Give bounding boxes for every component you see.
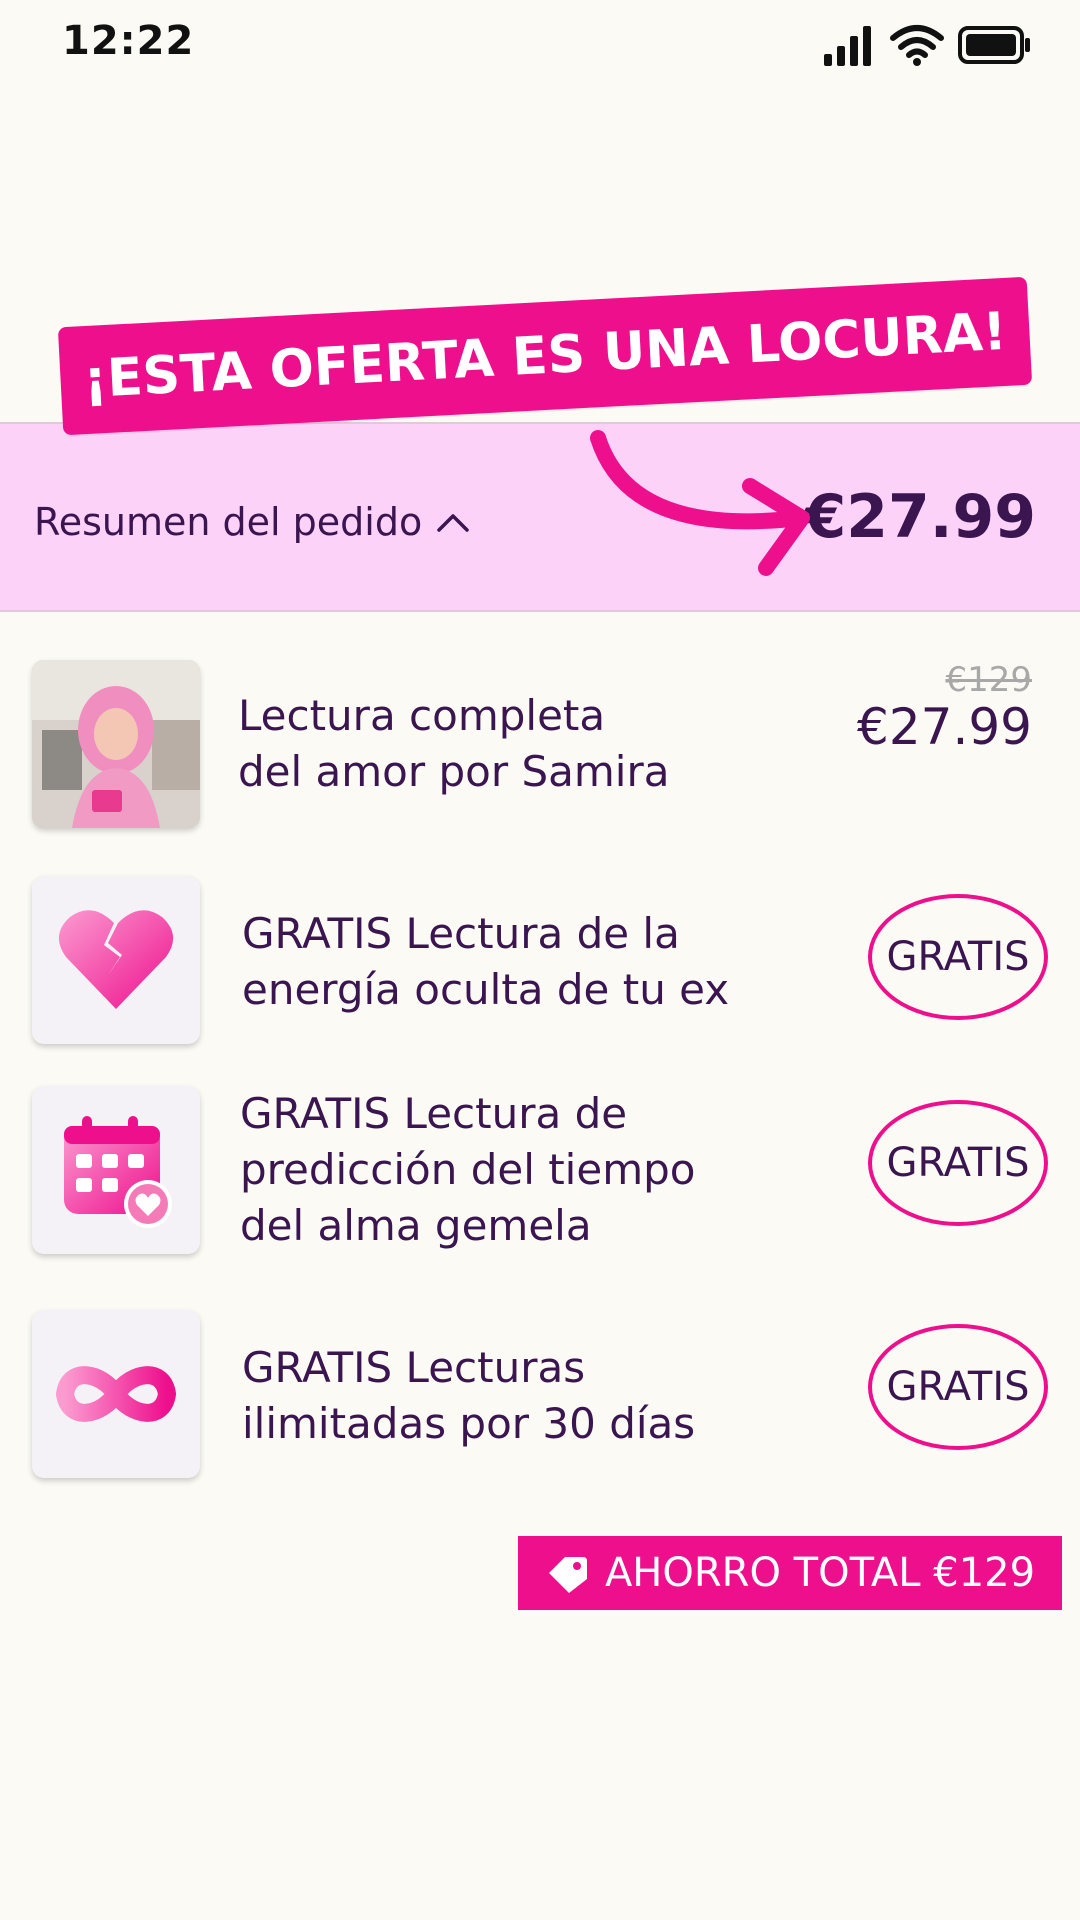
item-title-line: energía oculta de tu ex	[242, 965, 730, 1014]
item-price: €27.99	[857, 698, 1032, 756]
item-icon-tile	[32, 1086, 200, 1254]
item-title-line: del alma gemela	[240, 1201, 592, 1250]
item-title-line: GRATIS Lecturas	[242, 1343, 586, 1392]
gratis-badge: GRATIS	[868, 1324, 1048, 1450]
signal-icon	[824, 26, 871, 66]
order-item: GRATIS Lecturas ilimitadas por 30 días G…	[32, 1310, 1052, 1480]
reader-portrait-image	[32, 660, 200, 828]
calendar-heart-icon	[64, 1116, 172, 1228]
item-title-line: predicción del tiempo	[240, 1145, 696, 1194]
item-title: GRATIS Lectura de predicción del tiempo …	[240, 1086, 695, 1254]
promo-banner-text: ¡ESTA OFERTA ES UNA LOCURA!	[81, 301, 1009, 411]
item-title-line: GRATIS Lectura de la	[242, 909, 680, 958]
price-tag-icon	[548, 1557, 587, 1593]
item-icon-tile	[32, 876, 200, 1044]
curved-arrow-icon	[590, 430, 810, 576]
status-time: 12:22	[62, 18, 195, 64]
order-summary-label: Resumen del pedido	[34, 500, 423, 544]
order-summary-bar[interactable]: Resumen del pedido €27.99	[0, 422, 1080, 612]
item-title-line: del amor por Samira	[238, 747, 670, 796]
order-item: Lectura completa del amor por Samira €12…	[32, 660, 1052, 830]
item-title-line: GRATIS Lectura de	[240, 1089, 628, 1138]
item-title-line: Lectura completa	[238, 691, 606, 740]
status-icons	[824, 24, 1032, 66]
order-total-price: €27.99	[804, 482, 1036, 552]
item-old-price: €129	[945, 660, 1032, 700]
infinity-icon	[56, 1366, 176, 1422]
reader-photo	[32, 660, 200, 828]
broken-heart-icon	[58, 910, 174, 1009]
item-title: GRATIS Lectura de la energía oculta de t…	[242, 906, 729, 1018]
gratis-badge: GRATIS	[868, 894, 1048, 1020]
item-title-line: ilimitadas por 30 días	[242, 1399, 696, 1448]
wifi-icon	[890, 25, 944, 66]
item-title: Lectura completa del amor por Samira	[238, 688, 669, 800]
order-item: GRATIS Lectura de la energía oculta de t…	[32, 876, 1052, 1046]
total-savings-text: AHORRO TOTAL €129	[604, 1550, 1036, 1596]
status-bar: 12:22	[0, 0, 1080, 100]
order-item: GRATIS Lectura de predicción del tiempo …	[32, 1086, 1052, 1256]
total-savings-badge: AHORRO TOTAL €129	[518, 1536, 1062, 1610]
promo-banner: ¡ESTA OFERTA ES UNA LOCURA!	[57, 276, 1033, 436]
item-icon-tile	[32, 1310, 200, 1478]
order-summary-toggle[interactable]: Resumen del pedido	[34, 500, 470, 544]
battery-icon	[958, 26, 1030, 64]
chevron-up-icon	[437, 514, 469, 532]
item-title: GRATIS Lecturas ilimitadas por 30 días	[242, 1340, 695, 1452]
gratis-badge: GRATIS	[868, 1100, 1048, 1226]
